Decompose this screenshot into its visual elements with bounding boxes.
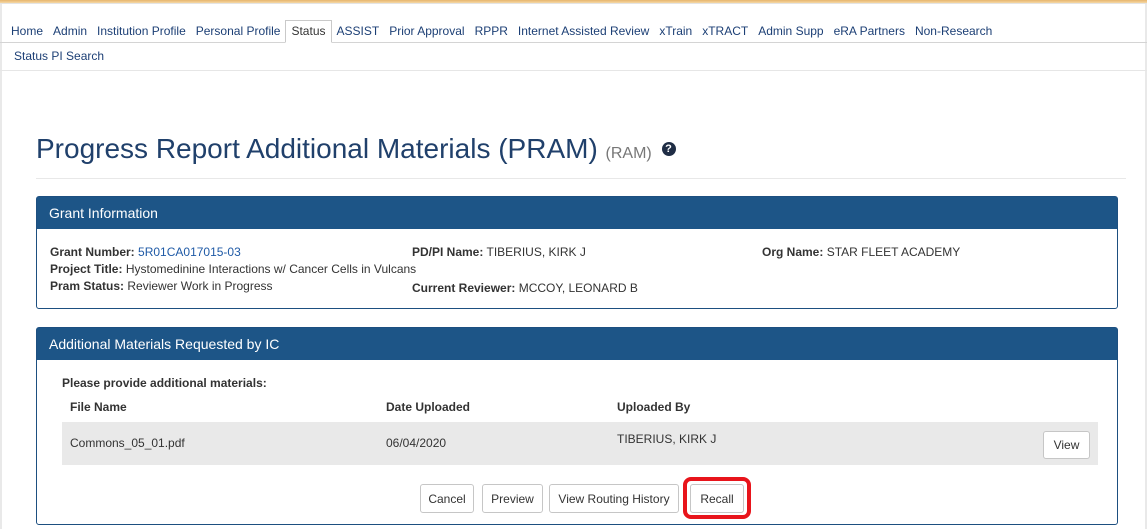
- grant-number-row: Grant Number: 5R01CA017015-03: [50, 245, 241, 259]
- row-file-name: Commons_05_01.pdf: [70, 436, 185, 450]
- org-name-label: Org Name:: [762, 245, 824, 259]
- pi-name-label: PD/PI Name:: [412, 245, 484, 259]
- tab-admin-supp[interactable]: Admin Supp: [753, 20, 828, 42]
- subnav-divider: [0, 70, 1147, 71]
- pi-name-value: TIBERIUS, KIRK J: [486, 245, 586, 259]
- org-name-row: Org Name: STAR FLEET ACADEMY: [762, 245, 960, 259]
- view-button[interactable]: View: [1043, 431, 1090, 459]
- project-title-value: Hystomedinine Interactions w/ Cancer Cel…: [125, 262, 417, 276]
- tab-rppr[interactable]: RPPR: [470, 20, 513, 42]
- tab-prior-approval[interactable]: Prior Approval: [384, 20, 469, 42]
- tab-xtract[interactable]: xTRACT: [697, 20, 753, 42]
- tab-home[interactable]: Home: [6, 20, 48, 42]
- org-name-value: STAR FLEET ACADEMY: [826, 245, 961, 259]
- table-row: [62, 422, 1098, 465]
- materials-prompt: Please provide additional materials:: [62, 376, 267, 390]
- pram-status-value: Reviewer Work in Progress: [127, 279, 273, 293]
- project-title-label: Project Title:: [50, 262, 123, 276]
- additional-materials-heading: Additional Materials Requested by IC: [37, 328, 1117, 360]
- top-accent-bar: [0, 0, 1147, 3]
- top-border: [0, 0, 1147, 4]
- preview-button[interactable]: Preview: [482, 484, 543, 513]
- column-header-uploaded-by: Uploaded By: [617, 400, 691, 414]
- current-reviewer-value: MCCOY, LEONARD B: [518, 281, 638, 295]
- column-header-file-name: File Name: [70, 400, 127, 414]
- tab-xtrain[interactable]: xTrain: [654, 20, 697, 42]
- tab-personal-profile[interactable]: Personal Profile: [191, 20, 286, 42]
- row-date-uploaded: 06/04/2020: [386, 436, 447, 450]
- tab-era-partners[interactable]: eRA Partners: [829, 20, 910, 42]
- tab-status[interactable]: Status: [285, 19, 332, 43]
- tab-internet-assisted-review[interactable]: Internet Assisted Review: [513, 20, 654, 42]
- tab-assist[interactable]: ASSIST: [332, 20, 385, 42]
- tab-non-research[interactable]: Non-Research: [910, 20, 997, 42]
- tab-institution-profile[interactable]: Institution Profile: [92, 20, 191, 42]
- question-circle-icon[interactable]: ?: [661, 141, 676, 156]
- grant-number-label: Grant Number:: [50, 245, 135, 259]
- view-routing-history-button[interactable]: View Routing History: [549, 484, 679, 513]
- page-title-abbr: (RAM): [605, 145, 652, 162]
- nav-tabs: Home Admin Institution Profile Personal …: [6, 19, 997, 43]
- grant-number-link[interactable]: 5R01CA017015-03: [138, 245, 241, 259]
- column-header-date-uploaded: Date Uploaded: [386, 400, 471, 414]
- tab-admin[interactable]: Admin: [48, 20, 92, 42]
- pi-name-row: PD/PI Name: TIBERIUS, KIRK J: [412, 245, 586, 259]
- pram-status-label: Pram Status:: [50, 279, 125, 293]
- page-title: Progress Report Additional Materials (PR…: [36, 133, 676, 165]
- current-reviewer-label: Current Reviewer:: [412, 281, 516, 295]
- page-title-text: Progress Report Additional Materials (PR…: [36, 133, 598, 164]
- recall-highlight-outline: [683, 477, 751, 519]
- project-title-row: Project Title: Hystomedinine Interaction…: [50, 262, 416, 276]
- pram-status-row: Pram Status: Reviewer Work in Progress: [50, 279, 273, 293]
- row-uploaded-by: TIBERIUS, KIRK J: [617, 432, 717, 446]
- cancel-button[interactable]: Cancel: [420, 484, 474, 513]
- grant-information-heading: Grant Information: [37, 197, 1117, 229]
- current-reviewer-row: Current Reviewer: MCCOY, LEONARD B: [412, 281, 638, 295]
- subnav-status-pi-search[interactable]: Status PI Search: [14, 49, 104, 63]
- main-nav: Home Admin Institution Profile Personal …: [0, 19, 1147, 43]
- title-divider: [36, 178, 1126, 179]
